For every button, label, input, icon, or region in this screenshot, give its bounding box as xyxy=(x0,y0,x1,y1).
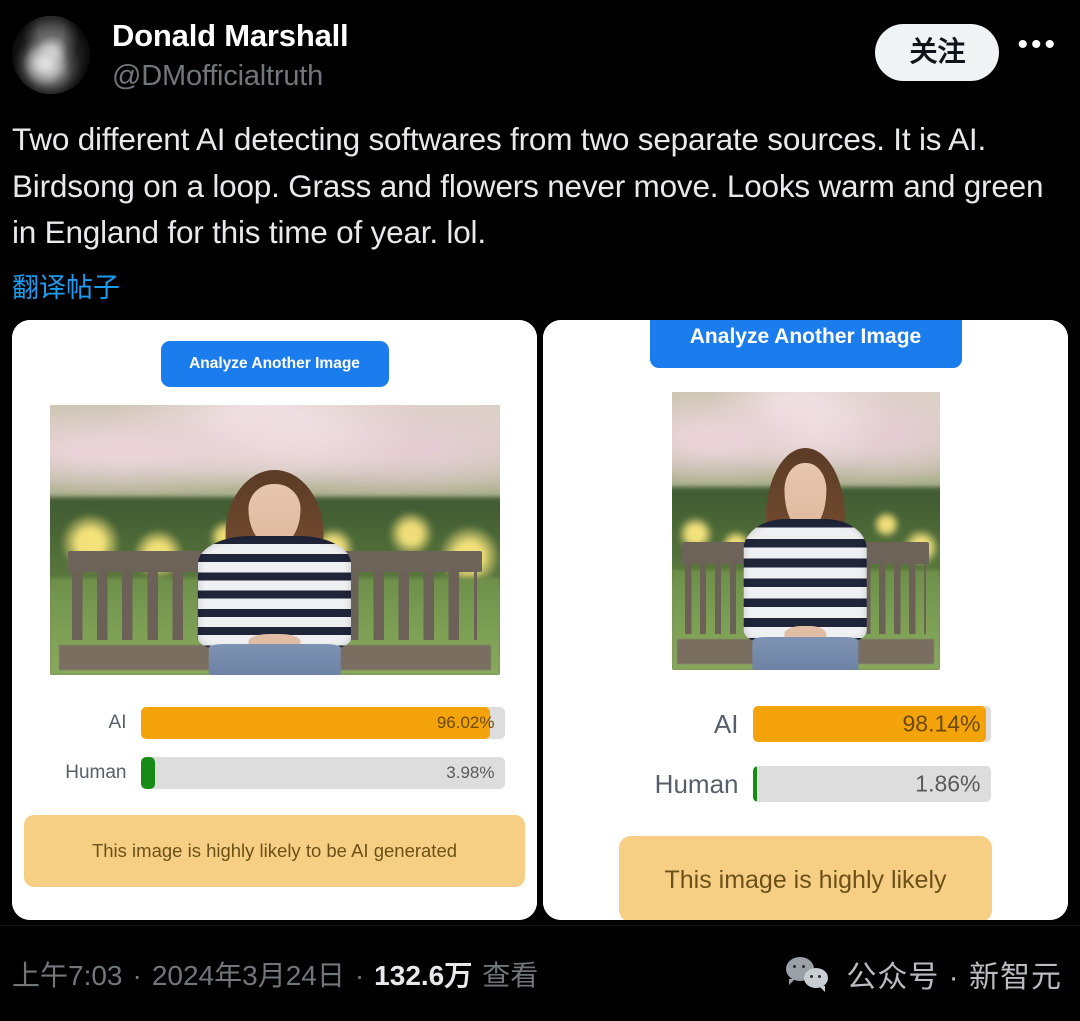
detector-screenshot-right: Analyze Another Image AI 98.14% Human 1.… xyxy=(543,320,1068,920)
score-row-ai-left: AI 96.02% xyxy=(45,707,505,739)
media-gallery: Analyze Another Image AI 96.02% Human 3.… xyxy=(12,320,1068,920)
person-figure xyxy=(198,469,351,675)
photo-scene-left xyxy=(49,405,500,675)
person-figure xyxy=(743,447,868,670)
verdict-banner-right: This image is highly likely xyxy=(619,836,992,920)
media-item-left[interactable]: Analyze Another Image AI 96.02% Human 3.… xyxy=(12,320,537,920)
score-value-human-left: 3.98% xyxy=(446,763,495,782)
post-text: Two different AI detecting softwares fro… xyxy=(12,121,1044,251)
verdict-banner-left: This image is highly likely to be AI gen… xyxy=(24,815,525,887)
views-label: 查看 xyxy=(482,959,539,991)
score-bars-right: AI 98.14% Human 1.86% xyxy=(621,706,991,802)
score-track-ai-left: 96.02% xyxy=(140,707,505,739)
author-block: Donald Marshall @DMofficialtruth xyxy=(112,12,349,93)
analyze-another-image-button-left[interactable]: Analyze Another Image xyxy=(160,341,389,387)
score-value-human-right: 1.86% xyxy=(915,770,981,797)
follow-button[interactable]: 关注 xyxy=(875,24,1000,81)
user-handle[interactable]: @DMofficialtruth xyxy=(112,60,348,93)
score-value-ai-right: 98.14% xyxy=(902,710,981,737)
tweet-header: Donald Marshall @DMofficialtruth 关注 ••• xyxy=(0,0,1080,108)
more-options-icon[interactable]: ••• xyxy=(1017,30,1064,65)
views-count: 132.6万 xyxy=(374,959,473,991)
media-item-right[interactable]: Analyze Another Image AI 98.14% Human 1.… xyxy=(543,320,1068,920)
analyzed-photo-left xyxy=(49,405,500,675)
meta-separator-1: · xyxy=(132,959,142,991)
score-track-ai-right: 98.14% xyxy=(752,706,991,742)
score-row-human-left: Human 3.98% xyxy=(45,757,505,789)
watermark-text: 公众号 · 新智元 xyxy=(846,960,1062,994)
person-jeans xyxy=(752,636,859,670)
detector-screenshot-left: Analyze Another Image AI 96.02% Human 3.… xyxy=(12,320,537,920)
post-meta: 上午7:03 · 2024年3月24日 · 132.6万 查看 xyxy=(12,954,538,994)
score-label-human-left: Human xyxy=(65,762,127,783)
header-actions: 关注 ••• xyxy=(875,12,1064,81)
score-row-human-right: Human 1.86% xyxy=(621,766,991,802)
score-label-human-right: Human xyxy=(654,768,739,799)
score-track-human-right: 1.86% xyxy=(752,766,991,802)
post-time: 上午7:03 xyxy=(12,959,123,991)
score-row-ai-right: AI 98.14% xyxy=(621,706,991,742)
score-value-ai-left: 96.02% xyxy=(436,713,495,732)
analyze-another-image-button-right[interactable]: Analyze Another Image xyxy=(649,320,962,368)
display-name[interactable]: Donald Marshall xyxy=(112,18,349,54)
score-label-ai-left: AI xyxy=(108,712,127,733)
avatar[interactable] xyxy=(12,16,90,94)
score-bars-left: AI 96.02% Human 3.98% xyxy=(45,707,505,789)
score-fill-human-left xyxy=(140,757,155,789)
translate-post-link[interactable]: 翻译帖子 xyxy=(12,266,120,305)
score-track-human-left: 3.98% xyxy=(140,757,505,789)
post-date: 2024年3月24日 xyxy=(151,959,345,991)
score-label-ai-right: AI xyxy=(713,708,739,739)
score-fill-human-right xyxy=(752,766,757,802)
meta-separator-2: · xyxy=(354,959,365,991)
photo-scene-right xyxy=(671,392,940,670)
tweet-footer: 上午7:03 · 2024年3月24日 · 132.6万 查看 公众号 · 新智… xyxy=(0,925,1080,1021)
watermark: 公众号 · 新智元 xyxy=(786,952,1062,996)
tweet-card: Donald Marshall @DMofficialtruth 关注 ••• … xyxy=(0,0,1080,1021)
analyzed-photo-right xyxy=(671,392,940,670)
wechat-icon xyxy=(786,956,832,992)
person-jeans xyxy=(208,644,341,675)
